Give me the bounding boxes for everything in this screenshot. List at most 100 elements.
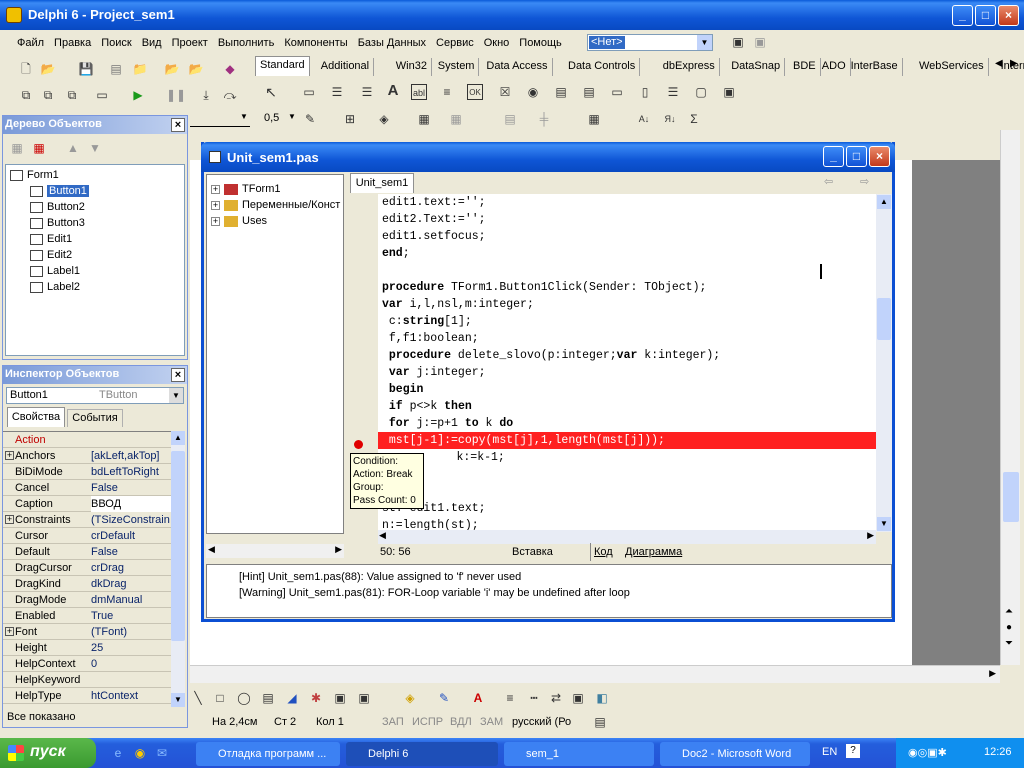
palette-tab[interactable]: dbExpress: [659, 58, 720, 76]
inspector-row[interactable]: DragKind dkDrag: [3, 576, 171, 592]
tree-root-form1[interactable]: Form1: [10, 167, 59, 183]
code-line[interactable]: var j:integer;: [382, 364, 876, 381]
code-line[interactable]: [382, 262, 876, 279]
line-width-value[interactable]: 0,5: [264, 112, 279, 124]
menu-item[interactable]: Проект: [167, 37, 213, 49]
3d-icon[interactable]: ◧: [594, 690, 610, 706]
trace-into-icon[interactable]: ⤓: [198, 87, 214, 103]
save-all-icon[interactable]: ▤: [108, 61, 124, 77]
inspector-row[interactable]: DragCursor crDrag: [3, 560, 171, 576]
editor-close-button[interactable]: ×: [869, 146, 890, 167]
property-value[interactable]: dkDrag: [91, 576, 171, 592]
word-status-zap[interactable]: ЗАП: [382, 712, 404, 732]
code-line[interactable]: if p<>k then: [382, 398, 876, 415]
tab-properties[interactable]: Свойства: [7, 407, 65, 427]
explorer-hscroll[interactable]: ◀ ▶: [206, 544, 344, 558]
open-icon[interactable]: 📂: [40, 61, 56, 77]
line-style-arrow[interactable]: ▼: [240, 112, 248, 121]
menu-item[interactable]: Файл: [12, 37, 49, 49]
radiobutton-icon[interactable]: ◉: [525, 84, 541, 100]
inspector-row[interactable]: BiDiMode bdLeftToRight: [3, 464, 171, 480]
property-value[interactable]: True: [91, 608, 171, 624]
tabs-right-arrow[interactable]: ▶: [1010, 58, 1018, 69]
code-line[interactable]: [382, 466, 876, 483]
view-unit-icon[interactable]: ⧉: [18, 87, 34, 103]
palette-tab[interactable]: InterBase: [847, 58, 903, 76]
property-value[interactable]: crDrag: [91, 560, 171, 576]
remove-from-project-icon[interactable]: 📂: [188, 61, 204, 77]
scroll-down-icon[interactable]: ▼: [171, 693, 185, 707]
distribute-rows-icon[interactable]: ╪: [536, 111, 552, 127]
clock[interactable]: 12:26: [984, 746, 1012, 758]
close-icon[interactable]: ×: [171, 118, 185, 132]
scroll-down-icon[interactable]: ▼: [877, 517, 891, 531]
menu-item[interactable]: Поиск: [96, 37, 136, 49]
mainmenu-icon[interactable]: ☰: [329, 84, 345, 100]
shading-icon[interactable]: ◈: [376, 111, 392, 127]
tree-item[interactable]: Label2: [30, 279, 80, 295]
property-value[interactable]: dmManual: [91, 592, 171, 608]
memo-icon[interactable]: ≡: [439, 84, 455, 100]
code-line[interactable]: edit1.text:='';: [382, 194, 876, 211]
property-value[interactable]: htContext: [91, 688, 171, 704]
diagram-icon[interactable]: ✱: [308, 690, 324, 706]
property-value[interactable]: [akLeft,akTop]: [91, 448, 171, 464]
prev-page-icon[interactable]: ⏶: [1005, 606, 1013, 617]
breakpoint-icon[interactable]: [354, 440, 363, 449]
menu-item[interactable]: Выполнить: [213, 37, 279, 49]
object-selector[interactable]: Button1 TButton ▼: [6, 387, 184, 404]
sort-desc-icon[interactable]: Я↓: [662, 111, 678, 127]
menu-item[interactable]: Окно: [479, 37, 515, 49]
code-line[interactable]: var i,l,nsl,m:integer;: [382, 296, 876, 313]
pause-icon[interactable]: ❚❚: [166, 87, 186, 103]
shadow-icon[interactable]: ▣: [570, 690, 586, 706]
radiogroup-icon[interactable]: ☰: [665, 84, 681, 100]
tree-item[interactable]: Label1: [30, 263, 80, 279]
property-value[interactable]: crDefault: [91, 528, 171, 544]
label-icon[interactable]: A: [385, 83, 401, 99]
minimize-button[interactable]: _: [952, 5, 973, 26]
inspector-row[interactable]: Cancel False: [3, 480, 171, 496]
scroll-left-icon[interactable]: ◀: [379, 530, 386, 541]
property-value[interactable]: (TSizeConstrain: [91, 512, 171, 528]
listbox-icon[interactable]: ▤: [553, 84, 569, 100]
maximize-button[interactable]: □: [975, 5, 996, 26]
scroll-right-icon[interactable]: ▶: [867, 530, 874, 541]
tree-item[interactable]: Button1: [30, 183, 89, 199]
word-status-ispr[interactable]: ИСПР: [412, 712, 443, 732]
help-icon[interactable]: ?: [846, 744, 860, 758]
code-line[interactable]: end;: [382, 245, 876, 262]
inspector-row[interactable]: HelpType htContext: [3, 688, 171, 704]
scroll-thumb[interactable]: [171, 451, 185, 641]
tab-unit-sem1[interactable]: Unit_sem1: [350, 173, 414, 193]
inspector-row[interactable]: Height 25: [3, 640, 171, 656]
checkbox-icon[interactable]: ☒: [497, 84, 513, 100]
word-status-vdl[interactable]: ВДЛ: [450, 712, 472, 732]
new-form-icon[interactable]: ▭: [94, 87, 110, 103]
new-icon[interactable]: 🗋: [18, 61, 34, 77]
expand-icon[interactable]: +: [211, 185, 220, 194]
inspector-row[interactable]: Default False: [3, 544, 171, 560]
inspector-row[interactable]: + Constraints (TSizeConstrain: [3, 512, 171, 528]
save-icon[interactable]: 💾: [78, 61, 94, 77]
inspector-row[interactable]: Cursor crDefault: [3, 528, 171, 544]
taskbar-button-sem1[interactable]: sem_1: [504, 742, 654, 766]
menu-item[interactable]: Вид: [137, 37, 167, 49]
next-page-icon[interactable]: ⏷: [1005, 638, 1013, 649]
rectangle-icon[interactable]: □: [212, 690, 228, 706]
editor-minimize-button[interactable]: _: [823, 146, 844, 167]
insert-table-icon[interactable]: ▦: [416, 111, 432, 127]
line-color-draw-icon[interactable]: ✎: [436, 690, 452, 706]
menu-item[interactable]: Компоненты: [279, 37, 352, 49]
code-line[interactable]: procedure TForm1.Button1Click(Sender: TO…: [382, 279, 876, 296]
property-value[interactable]: False: [91, 480, 171, 496]
code-line[interactable]: edit2.Text:='';: [382, 211, 876, 228]
spelling-icon[interactable]: ▤: [592, 714, 608, 730]
palette-tab[interactable]: Win32: [392, 58, 432, 76]
menu-item[interactable]: Правка: [49, 37, 96, 49]
close-icon[interactable]: ×: [171, 368, 185, 382]
font-color-icon[interactable]: A: [470, 690, 486, 706]
start-button[interactable]: пуск: [0, 738, 96, 768]
code-area[interactable]: edit1.text:=''; edit2.Text:=''; edit1.setf…: [378, 194, 876, 532]
tree-item[interactable]: Button3: [30, 215, 85, 231]
